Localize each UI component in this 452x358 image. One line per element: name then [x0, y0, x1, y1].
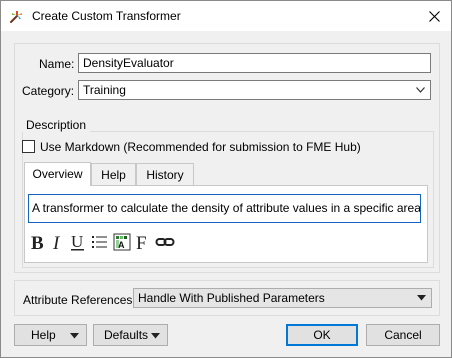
description-editor[interactable]: A transformer to calculate the density o…	[28, 194, 421, 223]
dropdown-arrow-icon	[70, 333, 79, 339]
color-picker-icon[interactable]: A	[113, 232, 131, 254]
name-label: Name:	[39, 57, 75, 71]
title-bar[interactable]: Create Custom Transformer	[1, 1, 451, 31]
ok-button[interactable]: OK	[286, 324, 358, 346]
attribute-references-label: Attribute References:	[23, 293, 136, 307]
create-custom-transformer-dialog: Create Custom Transformer Name: DensityE…	[0, 0, 452, 358]
window-title: Create Custom Transformer	[32, 9, 181, 23]
underline-icon[interactable]: U	[70, 232, 86, 254]
attribute-references-value: Handle With Published Parameters	[138, 291, 325, 305]
defaults-button-label: Defaults	[104, 328, 149, 342]
help-button[interactable]: Help	[14, 324, 87, 346]
dropdown-arrow-icon	[417, 295, 426, 301]
svg-text:U: U	[71, 232, 83, 251]
bold-icon[interactable]: B	[30, 232, 46, 254]
chevron-down-icon	[416, 87, 425, 93]
tab-history[interactable]: History	[136, 163, 194, 185]
category-value: Training	[83, 83, 126, 97]
dropdown-arrow-icon	[151, 333, 160, 339]
category-label: Category:	[22, 84, 75, 98]
cancel-button[interactable]: Cancel	[366, 324, 440, 346]
attribute-references-select[interactable]: Handle With Published Parameters	[133, 288, 432, 308]
description-legend: Description	[22, 118, 91, 132]
name-field[interactable]: DensityEvaluator	[78, 53, 431, 73]
category-select[interactable]: Training	[78, 80, 431, 100]
close-icon	[429, 11, 440, 22]
font-icon[interactable]: F	[135, 232, 151, 254]
use-markdown-label[interactable]: Use Markdown (Recommended for submission…	[40, 140, 361, 154]
bullet-list-icon[interactable]	[91, 232, 109, 254]
defaults-button[interactable]: Defaults	[93, 324, 168, 346]
help-button-label: Help	[31, 328, 56, 342]
tab-overview[interactable]: Overview	[24, 162, 91, 186]
italic-icon[interactable]: I	[51, 232, 65, 254]
overview-tab-panel: A transformer to calculate the density o…	[24, 185, 428, 263]
svg-text:A: A	[118, 240, 125, 250]
tab-help[interactable]: Help	[91, 163, 136, 185]
fme-transformer-icon	[9, 8, 25, 24]
svg-text:B: B	[31, 233, 44, 252]
main-panel: Name: DensityEvaluator Category: Trainin…	[14, 43, 440, 273]
link-icon[interactable]	[155, 232, 175, 254]
svg-text:I: I	[52, 233, 61, 252]
use-markdown-checkbox[interactable]	[22, 140, 35, 153]
close-button[interactable]	[417, 1, 451, 31]
attribute-references-bar: Attribute References: Handle With Publis…	[14, 280, 440, 316]
svg-text:F: F	[136, 233, 147, 252]
